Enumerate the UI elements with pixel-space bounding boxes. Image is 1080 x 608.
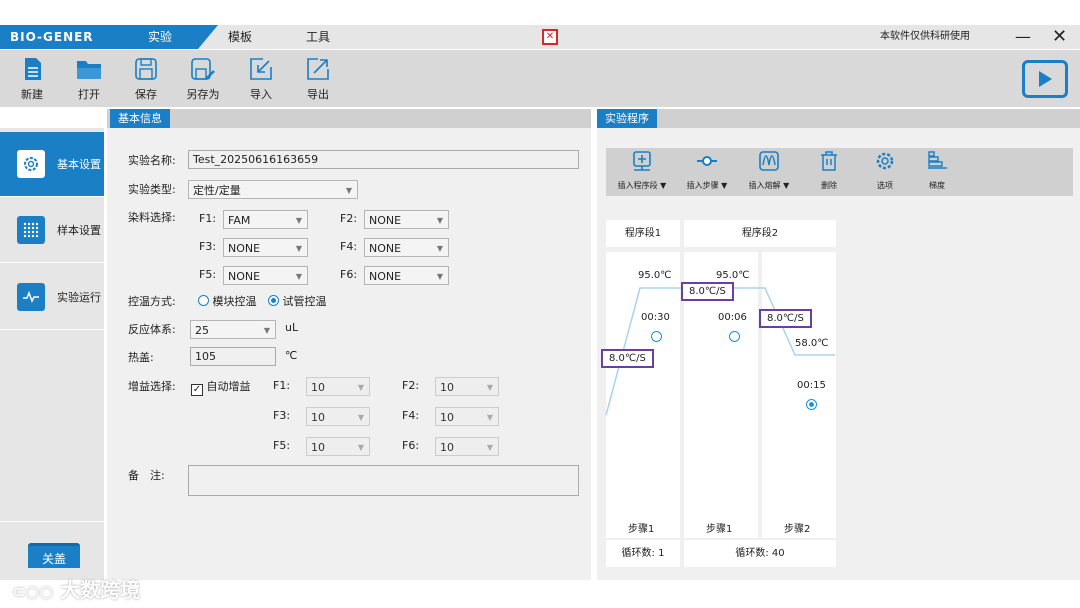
- insert-melt-icon: [759, 151, 779, 171]
- gain-select[interactable]: 10: [435, 377, 499, 397]
- acquisition-off-icon[interactable]: [651, 331, 662, 342]
- gain-key: F1:: [273, 379, 291, 392]
- step-temp[interactable]: 58.0℃: [795, 338, 829, 349]
- dye-select[interactable]: NONE: [223, 238, 308, 258]
- step-temp[interactable]: 95.0℃: [638, 270, 672, 281]
- step-temp[interactable]: 95.0℃: [716, 270, 750, 281]
- program-tool-button[interactable]: 插入步骤 ▼: [678, 150, 736, 191]
- segment-2-cycles[interactable]: 循环数: 40: [684, 540, 836, 567]
- step-time[interactable]: 00:15: [797, 380, 826, 391]
- gain-select[interactable]: 10: [306, 437, 370, 457]
- gain-select[interactable]: 10: [306, 377, 370, 397]
- insert-step-icon: [697, 156, 717, 166]
- ramp-rate[interactable]: 8.0℃/S: [601, 349, 654, 368]
- gain-select[interactable]: 10: [435, 437, 499, 457]
- gain-key: F3:: [273, 409, 291, 422]
- temperature-profile: [605, 287, 835, 416]
- gear-icon: [876, 152, 894, 170]
- acquisition-on-icon[interactable]: [806, 399, 817, 410]
- gain-key: F6:: [402, 439, 420, 452]
- dye-key: F1:: [199, 212, 217, 225]
- gain-select[interactable]: 10: [435, 407, 499, 427]
- step-time[interactable]: 00:30: [641, 312, 670, 323]
- gain-select[interactable]: 10: [306, 407, 370, 427]
- dye-select[interactable]: NONE: [364, 210, 449, 230]
- step-time[interactable]: 00:06: [718, 312, 747, 323]
- program-tool-button[interactable]: 删除: [800, 150, 858, 191]
- dye-key: F2:: [340, 212, 358, 225]
- ramp-rate[interactable]: 8.0℃/S: [759, 309, 812, 328]
- watermark: ⊂○○ 大数跨境: [12, 578, 141, 602]
- dye-select[interactable]: NONE: [364, 266, 449, 286]
- gain-key: F4:: [402, 409, 420, 422]
- dye-key: F6:: [340, 268, 358, 281]
- insert-segment-icon: [633, 151, 651, 171]
- dye-select[interactable]: NONE: [364, 238, 449, 258]
- segment-1-cycles[interactable]: 循环数: 1: [606, 540, 680, 567]
- dye-key: F5:: [199, 268, 217, 281]
- dye-select[interactable]: FAM: [223, 210, 308, 230]
- acquisition-off-icon[interactable]: [729, 331, 740, 342]
- gain-key: F2:: [402, 379, 420, 392]
- dye-key: F3:: [199, 240, 217, 253]
- gradient-icon: [928, 151, 947, 169]
- step-label: 步骤2: [784, 524, 811, 535]
- program-tool-button[interactable]: 插入熔解 ▼: [740, 150, 798, 191]
- step-label: 步骤1: [706, 524, 733, 535]
- dye-key: F4:: [340, 240, 358, 253]
- step-label: 步骤1: [628, 524, 655, 535]
- trash-icon: [821, 151, 837, 171]
- ramp-rate[interactable]: 8.0℃/S: [681, 282, 734, 301]
- program-tool-button[interactable]: 插入程序段 ▼: [613, 150, 671, 191]
- gain-key: F5:: [273, 439, 291, 452]
- program-tool-button[interactable]: 选项: [856, 150, 914, 191]
- dye-select[interactable]: NONE: [223, 266, 308, 286]
- program-tool-button[interactable]: 梯度: [908, 150, 966, 191]
